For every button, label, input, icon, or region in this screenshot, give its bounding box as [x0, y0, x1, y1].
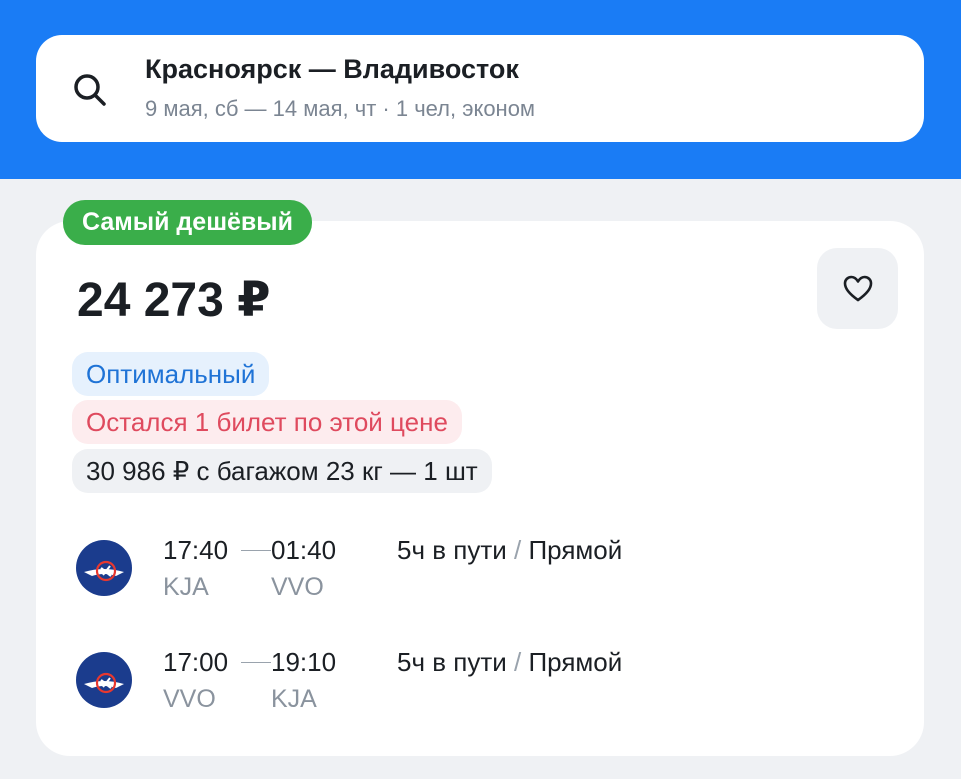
- favorite-button[interactable]: [817, 248, 898, 329]
- departure-airport-code: VVO: [163, 685, 216, 713]
- arrival-airport-code: KJA: [271, 685, 317, 713]
- heart-icon: [843, 275, 872, 301]
- arrival-time: 01:40: [271, 535, 337, 565]
- flight-duration: 5ч в пути / Прямой: [397, 535, 622, 566]
- search-icon[interactable]: [68, 68, 112, 112]
- duration-text: 5ч в пути: [397, 535, 507, 565]
- cheapest-badge: Самый дешёвый: [63, 200, 313, 245]
- departure-time: 17:40: [163, 535, 229, 565]
- flight-type: Прямой: [528, 535, 623, 565]
- arrival-airport-code: VVO: [271, 573, 324, 601]
- time-separator: [241, 550, 271, 551]
- flight-duration: 5ч в пути / Прямой: [397, 647, 622, 678]
- baggage-price-tag: 30 986 ₽ с багажом 23 кг — 1 шт: [72, 449, 492, 493]
- time-separator: [241, 662, 271, 663]
- duration-separator: /: [514, 535, 522, 565]
- flight-type: Прямой: [528, 647, 623, 677]
- search-route[interactable]: Красноярск — Владивосток: [145, 54, 519, 85]
- departure-time: 17:00: [163, 647, 229, 677]
- airline-logo: [76, 652, 132, 708]
- last-ticket-tag: Остался 1 билет по этой цене: [72, 400, 462, 444]
- offer-price: 24 273 ₽: [77, 274, 271, 327]
- search-summary-box[interactable]: [36, 35, 924, 142]
- search-details[interactable]: 9 мая, сб — 14 мая, чт · 1 чел, эконом: [145, 96, 535, 122]
- optimal-tag: Оптимальный: [72, 352, 270, 396]
- duration-text: 5ч в пути: [397, 647, 507, 677]
- arrival-time: 19:10: [271, 647, 337, 677]
- departure-airport-code: KJA: [163, 573, 209, 601]
- duration-separator: /: [514, 647, 522, 677]
- airline-logo: [76, 540, 132, 596]
